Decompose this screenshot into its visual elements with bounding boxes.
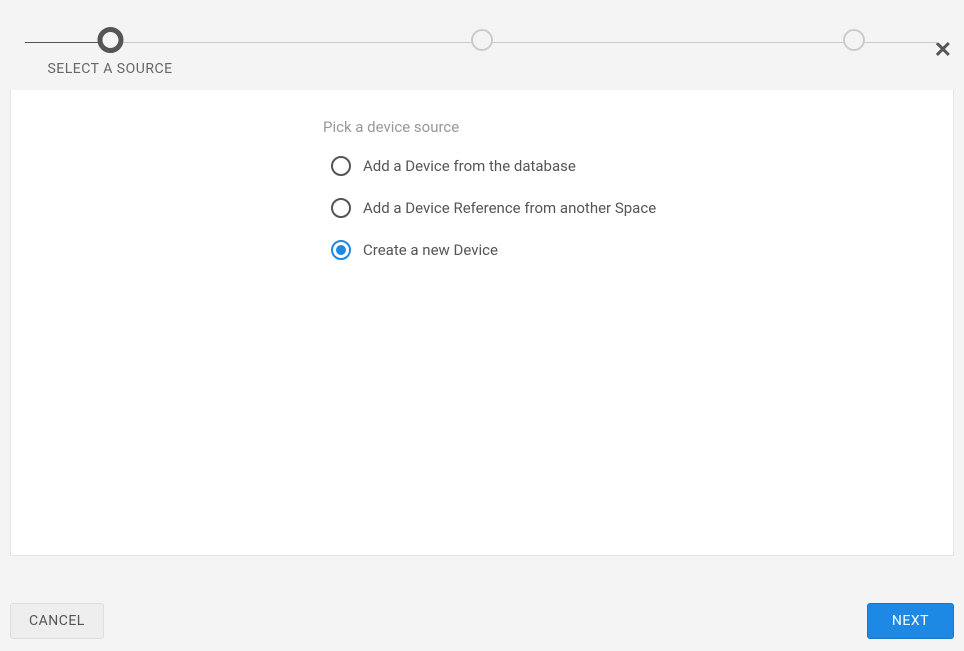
step-2[interactable] [471, 29, 493, 59]
radio-icon [331, 240, 351, 260]
options-group: Add a Device from the database Add a Dev… [331, 156, 913, 260]
wizard-stepper: SELECT A SOURCE [25, 34, 939, 82]
content-panel: Pick a device source Add a Device from t… [10, 90, 954, 556]
option-label: Add a Device from the database [363, 157, 576, 175]
option-label: Create a new Device [363, 241, 498, 259]
stepper-line-segment [110, 42, 939, 43]
radio-icon [331, 156, 351, 176]
step-3[interactable] [843, 29, 865, 59]
next-button[interactable]: NEXT [867, 603, 954, 639]
cancel-button[interactable]: CANCEL [10, 603, 104, 639]
option-add-from-database[interactable]: Add a Device from the database [331, 156, 913, 176]
step-1[interactable]: SELECT A SOURCE [47, 29, 172, 77]
step-circle-icon [97, 27, 123, 53]
option-add-reference-from-space[interactable]: Add a Device Reference from another Spac… [331, 198, 913, 218]
option-label: Add a Device Reference from another Spac… [363, 199, 656, 217]
section-title: Pick a device source [323, 118, 913, 136]
option-create-new-device[interactable]: Create a new Device [331, 240, 913, 260]
step-circle-icon [843, 29, 865, 51]
footer: CANCEL NEXT [10, 603, 954, 639]
step-circle-icon [471, 29, 493, 51]
step-label: SELECT A SOURCE [47, 61, 172, 77]
radio-icon [331, 198, 351, 218]
